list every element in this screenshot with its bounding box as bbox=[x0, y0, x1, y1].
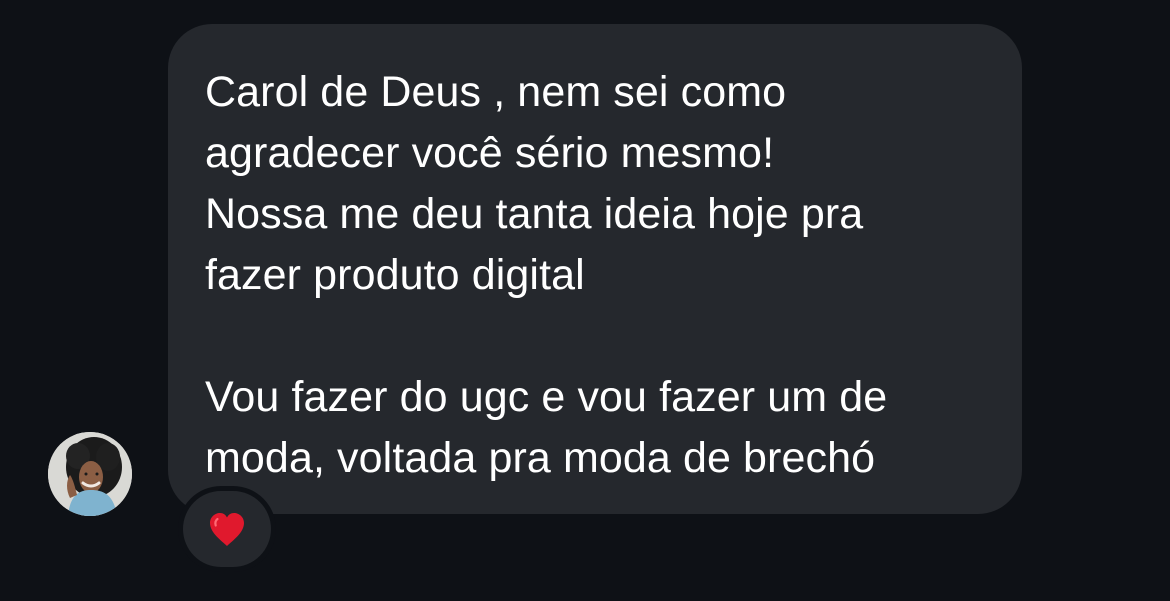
message-line-2: agradecer você sério mesmo! bbox=[205, 129, 775, 177]
message-line-3: Nossa me deu tanta ideia hoje pra bbox=[205, 190, 864, 238]
message-line-4: fazer produto digital bbox=[205, 251, 585, 299]
woman-portrait-avatar-icon bbox=[48, 432, 132, 516]
heart-reaction-button[interactable] bbox=[183, 491, 271, 567]
message-line-6: moda, voltada pra moda de brechó bbox=[205, 434, 876, 482]
sender-avatar[interactable] bbox=[48, 432, 132, 516]
received-message-bubble[interactable]: Carol de Deus , nem sei como agradecer v… bbox=[168, 24, 1022, 514]
red-heart-icon bbox=[210, 512, 244, 546]
message-line-1: Carol de Deus , nem sei como bbox=[205, 68, 787, 116]
message-line-5: Vou fazer do ugc e vou fazer um de bbox=[205, 373, 888, 421]
message-paragraph-gap bbox=[205, 306, 986, 367]
